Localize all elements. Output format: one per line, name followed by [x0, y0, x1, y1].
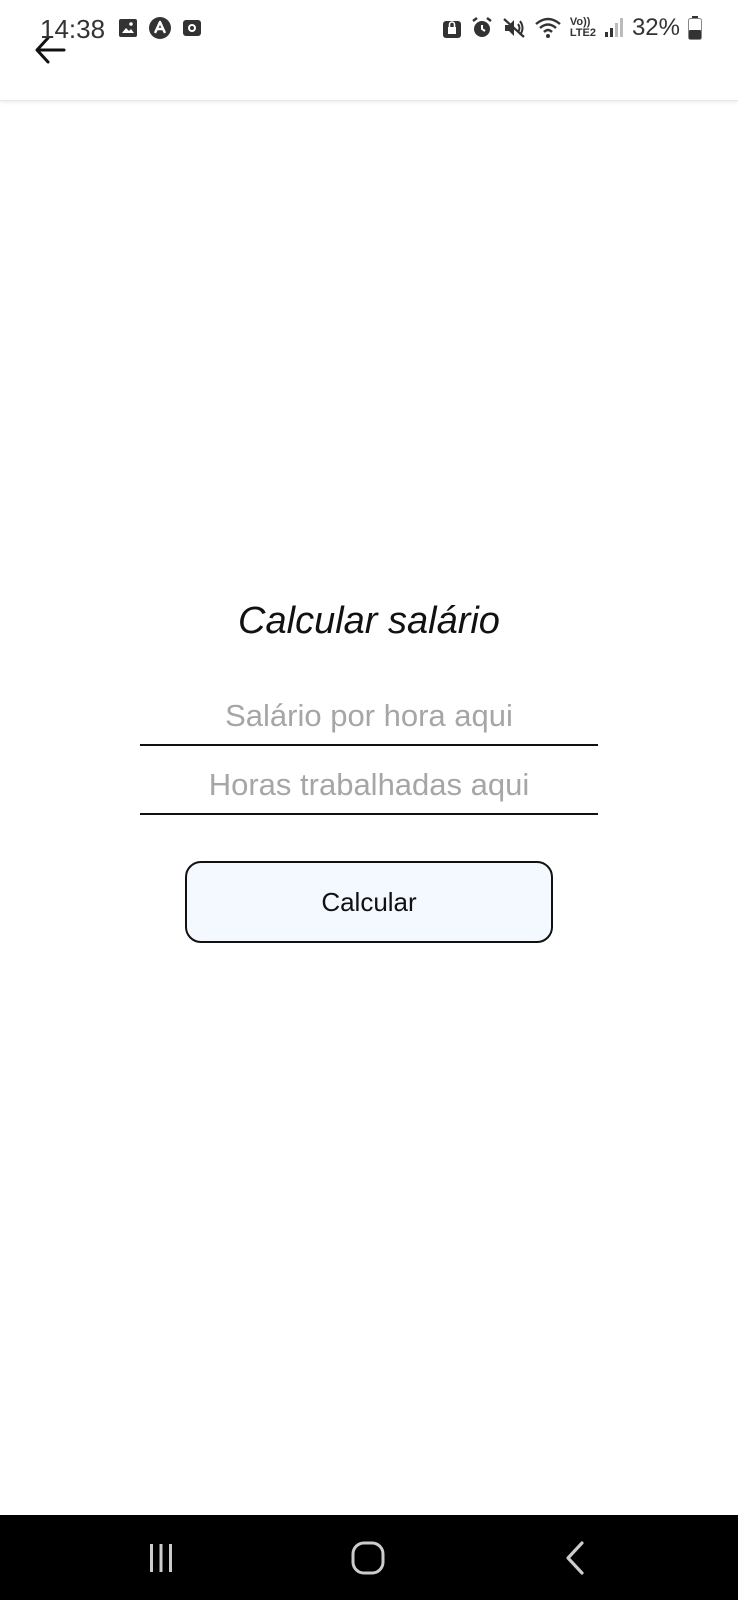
- home-icon: [351, 1541, 385, 1574]
- network-labels: Vo)) LTE2: [570, 17, 596, 39]
- lock-box-icon: [442, 21, 461, 38]
- main-content: Calcular salário Calcular: [0, 100, 738, 1515]
- battery-icon: [688, 16, 702, 40]
- mute-icon: [503, 18, 525, 38]
- battery-percent: 32%: [631, 14, 680, 41]
- network-label: LTE2: [569, 27, 596, 39]
- system-nav-bar: [0, 1515, 738, 1600]
- calculate-button-label: Calcular: [321, 886, 417, 917]
- status-right-icons: Vo)) LTE2 32%: [442, 14, 702, 42]
- wifi-icon: [535, 17, 561, 38]
- back-icon: [566, 1540, 584, 1575]
- status-time: 14:38: [40, 14, 106, 44]
- salary-per-hour-input[interactable]: [140, 688, 598, 746]
- app-a-icon: [149, 17, 171, 39]
- calculate-button[interactable]: Calcular: [185, 861, 553, 943]
- status-bar: 14:38 Vo)) LTE2 32%: [0, 0, 738, 60]
- page-title: Calcular salário: [238, 600, 500, 642]
- nav-back-button[interactable]: [530, 1515, 620, 1600]
- recent-apps-button[interactable]: [116, 1515, 206, 1600]
- alarm-icon: [472, 17, 492, 37]
- home-button[interactable]: [323, 1515, 413, 1600]
- camera-icon: [183, 20, 201, 36]
- hours-worked-input[interactable]: [140, 757, 598, 815]
- image-icon: [119, 19, 137, 37]
- recent-apps-icon: [150, 1543, 172, 1572]
- status-left-icons: [118, 16, 202, 40]
- signal-icon: [604, 18, 623, 37]
